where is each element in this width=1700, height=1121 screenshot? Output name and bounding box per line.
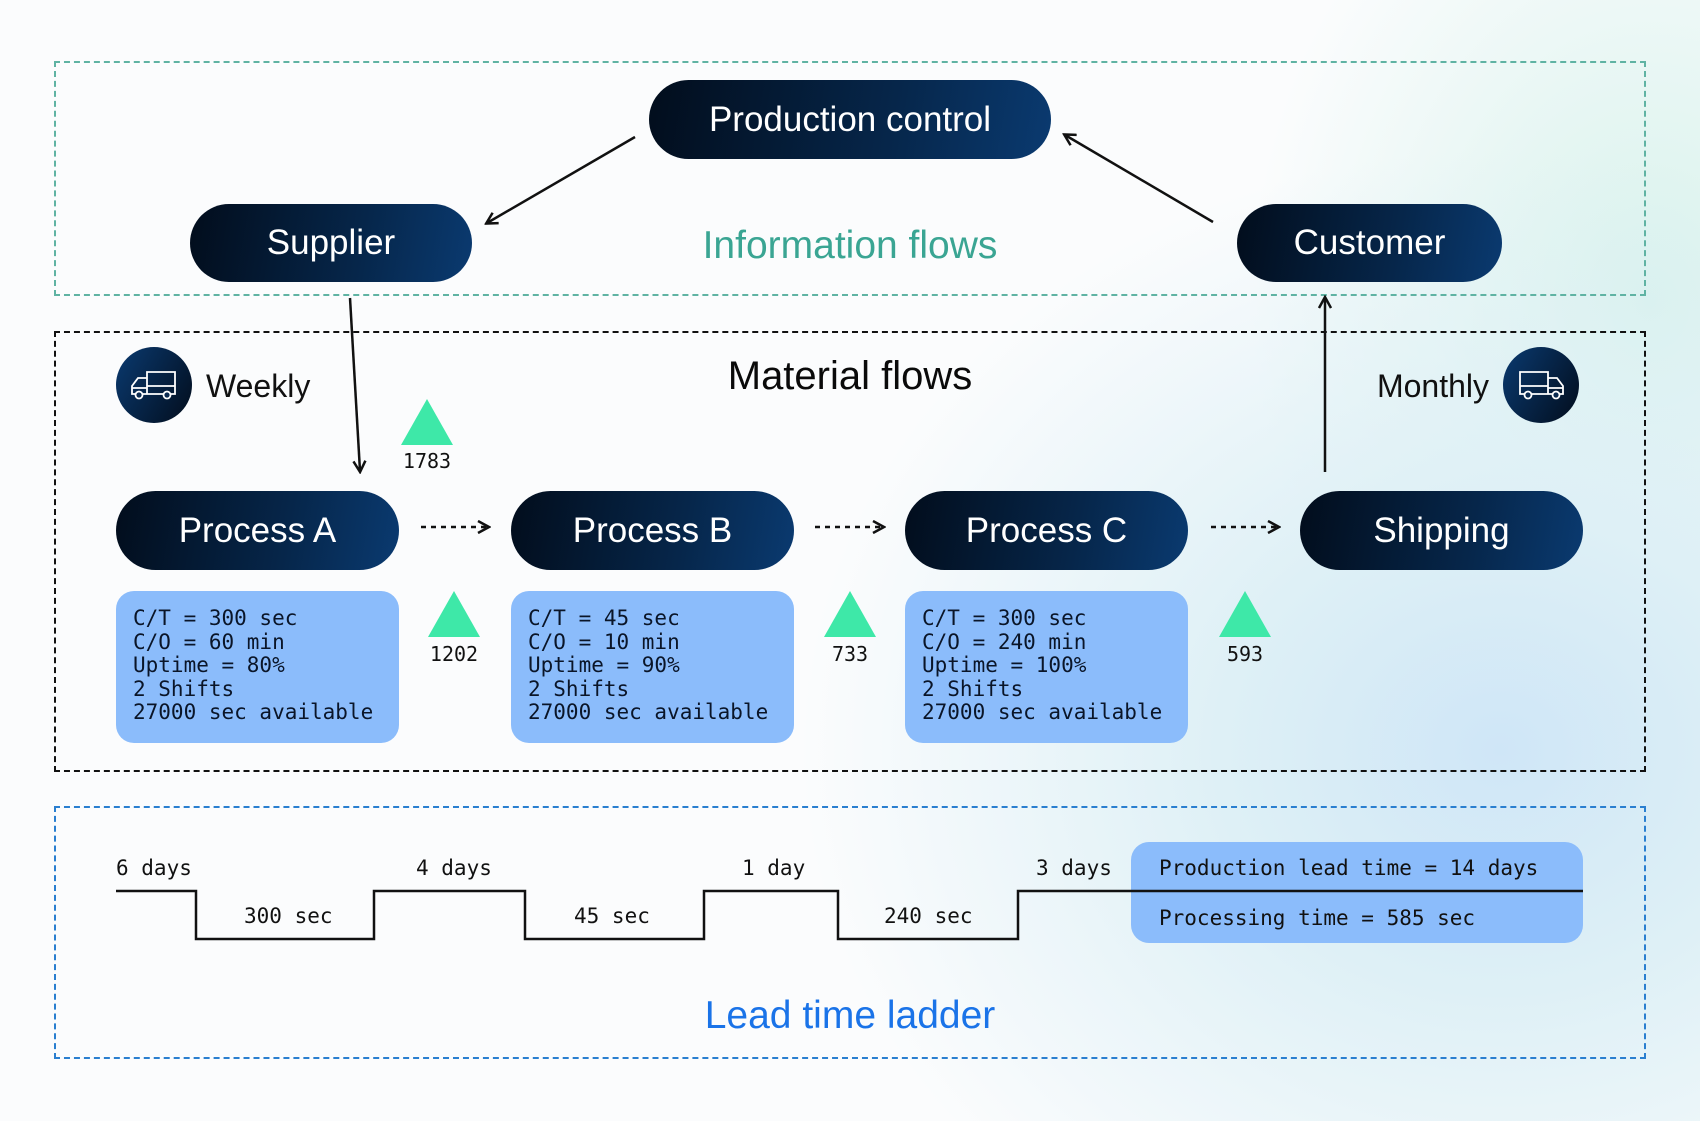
wait-time-label: 3 days — [1036, 856, 1112, 880]
cycle-time-label: 45 sec — [574, 904, 650, 928]
processing-time: Processing time = 585 sec — [1159, 906, 1476, 930]
cycle-time-label: 240 sec — [884, 904, 973, 928]
production-lead-time: Production lead time = 14 days — [1159, 856, 1539, 880]
lead-time-ladder-title: Lead time ladder — [704, 994, 996, 1037]
lead-time-ladder-line — [116, 889, 1583, 941]
wait-time-label: 6 days — [116, 856, 192, 880]
wait-time-label: 1 day — [742, 856, 806, 880]
cycle-time-label: 300 sec — [244, 904, 333, 928]
wait-time-label: 4 days — [416, 856, 492, 880]
